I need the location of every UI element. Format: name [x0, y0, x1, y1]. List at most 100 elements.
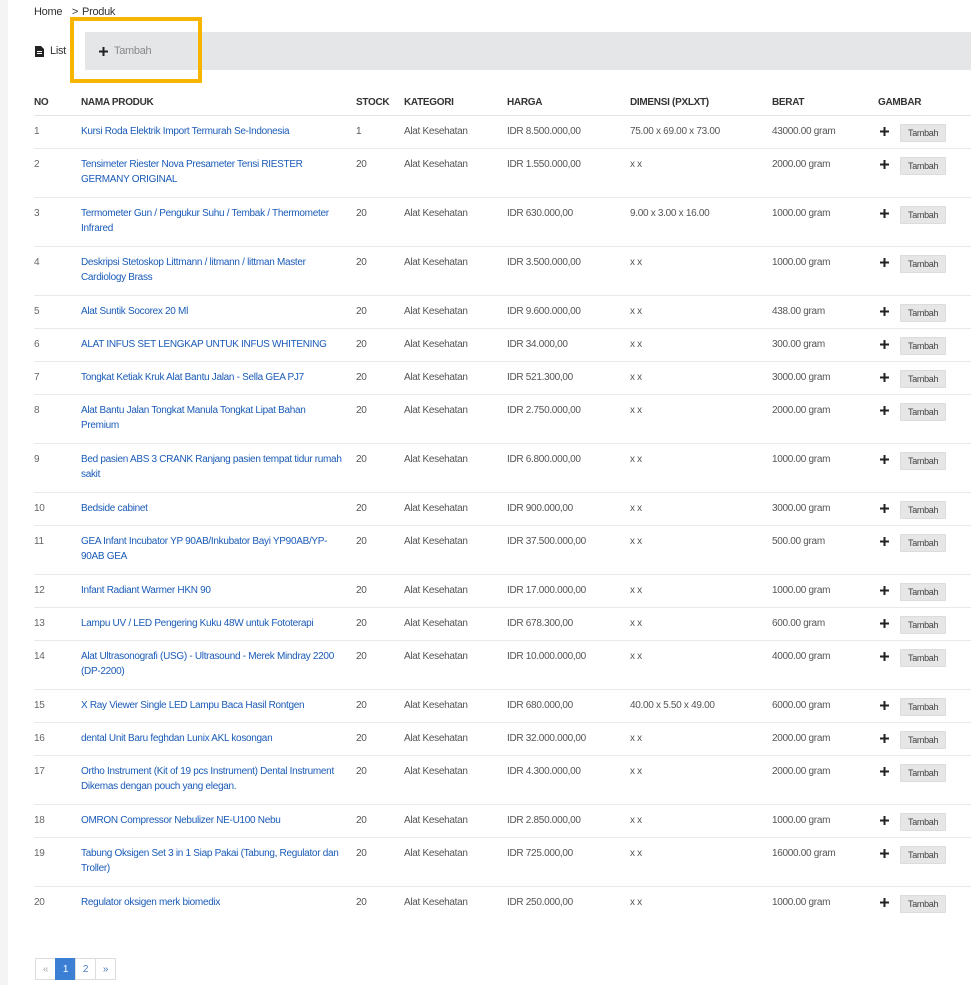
- cell-gambar: Tambah: [878, 804, 971, 838]
- product-name-link[interactable]: Bed pasien ABS 3 CRANK Ranjang pasien te…: [81, 443, 356, 493]
- header-dimensi: DIMENSI (PXLXT): [630, 87, 772, 116]
- table-row: 3 Termometer Gun / Pengukur Suhu / Tembak…: [34, 197, 971, 247]
- product-name-link[interactable]: Deskripsi Stetoskop Littmann / litmann /…: [81, 246, 356, 296]
- tambah-gambar-button[interactable]: Tambah: [900, 337, 947, 355]
- cell-stock: 20: [356, 804, 404, 838]
- tambah-gambar-button[interactable]: Tambah: [900, 534, 947, 552]
- plus-icon: [880, 503, 890, 518]
- cell-berat: 16000.00 gram: [772, 837, 878, 887]
- table-row: 6 ALAT INFUS SET LENGKAP UNTUK INFUS WHIT…: [34, 328, 971, 362]
- cell-gambar: Tambah: [878, 394, 971, 444]
- product-name-link[interactable]: Alat Suntik Socorex 20 Ml: [81, 295, 356, 329]
- cell-gambar: Tambah: [878, 197, 971, 247]
- product-name-link[interactable]: Tabung Oksigen Set 3 in 1 Siap Pakai (Ta…: [81, 837, 356, 887]
- cell-harga: IDR 630.000,00: [507, 197, 630, 247]
- header-no: NO: [34, 87, 81, 116]
- cell-no: 13: [34, 607, 81, 641]
- product-name-link[interactable]: Ortho Instrument (Kit of 19 pcs Instrume…: [81, 755, 356, 805]
- cell-stock: 20: [356, 574, 404, 608]
- cell-gambar: Tambah: [878, 755, 971, 805]
- tambah-gambar-button[interactable]: Tambah: [900, 764, 947, 782]
- product-name-link[interactable]: Kursi Roda Elektrik Import Termurah Se-I…: [81, 115, 356, 149]
- tambah-gambar-button[interactable]: Tambah: [900, 616, 947, 634]
- cell-berat: 2000.00 gram: [772, 755, 878, 805]
- product-name-link[interactable]: dental Unit Baru feghdan Lunix AKL koson…: [81, 722, 356, 756]
- cell-stock: 20: [356, 246, 404, 296]
- pagination-page-2[interactable]: 2: [75, 958, 96, 980]
- product-name-link[interactable]: Tongkat Ketiak Kruk Alat Bantu Jalan - S…: [81, 361, 356, 395]
- tambah-gambar-button[interactable]: Tambah: [900, 370, 947, 388]
- cell-harga: IDR 37.500.000,00: [507, 525, 630, 575]
- tambah-gambar-button[interactable]: Tambah: [900, 895, 947, 913]
- tab-list-label: List: [50, 45, 66, 57]
- product-name-link[interactable]: Tensimeter Riester Nova Presameter Tensi…: [81, 148, 356, 198]
- cell-harga: IDR 521.300,00: [507, 361, 630, 395]
- tambah-gambar-button[interactable]: Tambah: [900, 698, 947, 716]
- product-name-link[interactable]: Alat Bantu Jalan Tongkat Manula Tongkat …: [81, 394, 356, 444]
- cell-berat: 600.00 gram: [772, 607, 878, 641]
- cell-gambar: Tambah: [878, 837, 971, 887]
- tambah-gambar-button[interactable]: Tambah: [900, 255, 947, 273]
- pagination-prev[interactable]: «: [35, 958, 56, 980]
- product-name-link[interactable]: Bedside cabinet: [81, 492, 356, 526]
- cell-no: 6: [34, 328, 81, 362]
- plus-icon: [880, 815, 890, 830]
- product-name-link[interactable]: X Ray Viewer Single LED Lampu Baca Hasil…: [81, 689, 356, 723]
- product-name-link[interactable]: Infant Radiant Warmer HKN 90: [81, 574, 356, 608]
- tambah-gambar-button[interactable]: Tambah: [900, 403, 947, 421]
- cell-gambar: Tambah: [878, 689, 971, 723]
- cell-kategori: Alat Kesehatan: [404, 722, 507, 756]
- cell-gambar: Tambah: [878, 574, 971, 608]
- product-name-link[interactable]: GEA Infant Incubator YP 90AB/Inkubator B…: [81, 525, 356, 575]
- product-name-link[interactable]: Regulator oksigen merk biomedix: [81, 886, 356, 920]
- cell-no: 2: [34, 148, 81, 198]
- product-name-link[interactable]: Lampu UV / LED Pengering Kuku 48W untuk …: [81, 607, 356, 641]
- tambah-gambar-button[interactable]: Tambah: [900, 649, 947, 667]
- cell-harga: IDR 678.300,00: [507, 607, 630, 641]
- cell-no: 10: [34, 492, 81, 526]
- header-kategori: KATEGORI: [404, 87, 507, 116]
- pagination-page-1[interactable]: 1: [55, 958, 76, 980]
- tambah-gambar-button[interactable]: Tambah: [900, 206, 947, 224]
- tambah-gambar-button[interactable]: Tambah: [900, 304, 947, 322]
- cell-kategori: Alat Kesehatan: [404, 804, 507, 838]
- table-row: 18 OMRON Compressor Nebulizer NE-U100 Neb…: [34, 804, 971, 838]
- plus-icon: [880, 454, 890, 469]
- cell-gambar: Tambah: [878, 246, 971, 296]
- cell-harga: IDR 6.800.000,00: [507, 443, 630, 493]
- tambah-gambar-button[interactable]: Tambah: [900, 501, 947, 519]
- tambah-gambar-button[interactable]: Tambah: [900, 452, 947, 470]
- plus-icon: [880, 766, 890, 781]
- product-name-link[interactable]: Alat Ultrasonografi (USG) - Ultrasound -…: [81, 640, 356, 690]
- cell-kategori: Alat Kesehatan: [404, 886, 507, 920]
- cell-dimensi: x x: [630, 443, 772, 493]
- cell-dimensi: x x: [630, 722, 772, 756]
- cell-dimensi: x x: [630, 804, 772, 838]
- tambah-gambar-button[interactable]: Tambah: [900, 583, 947, 601]
- table-row: 8 Alat Bantu Jalan Tongkat Manula Tongkat…: [34, 394, 971, 444]
- header-gambar: GAMBAR: [878, 87, 971, 116]
- cell-berat: 4000.00 gram: [772, 640, 878, 690]
- cell-gambar: Tambah: [878, 361, 971, 395]
- product-name-link[interactable]: Termometer Gun / Pengukur Suhu / Tembak …: [81, 197, 356, 247]
- product-name-link[interactable]: ALAT INFUS SET LENGKAP UNTUK INFUS WHITE…: [81, 328, 356, 362]
- cell-berat: 2000.00 gram: [772, 394, 878, 444]
- cell-no: 7: [34, 361, 81, 395]
- tambah-gambar-button[interactable]: Tambah: [900, 157, 947, 175]
- tambah-gambar-button[interactable]: Tambah: [900, 813, 947, 831]
- cell-stock: 20: [356, 607, 404, 641]
- cell-gambar: Tambah: [878, 886, 971, 920]
- breadcrumb-home[interactable]: Home: [34, 6, 62, 18]
- cell-kategori: Alat Kesehatan: [404, 295, 507, 329]
- cell-dimensi: x x: [630, 361, 772, 395]
- cell-stock: 20: [356, 295, 404, 329]
- pagination-next[interactable]: »: [95, 958, 116, 980]
- tambah-gambar-button[interactable]: Tambah: [900, 124, 947, 142]
- product-name-link[interactable]: OMRON Compressor Nebulizer NE-U100 Nebu: [81, 804, 356, 838]
- cell-harga: IDR 2.850.000,00: [507, 804, 630, 838]
- cell-berat: 1000.00 gram: [772, 246, 878, 296]
- tambah-gambar-button[interactable]: Tambah: [900, 731, 947, 749]
- tambah-gambar-button[interactable]: Tambah: [900, 846, 947, 864]
- cell-berat: 438.00 gram: [772, 295, 878, 329]
- cell-gambar: Tambah: [878, 295, 971, 329]
